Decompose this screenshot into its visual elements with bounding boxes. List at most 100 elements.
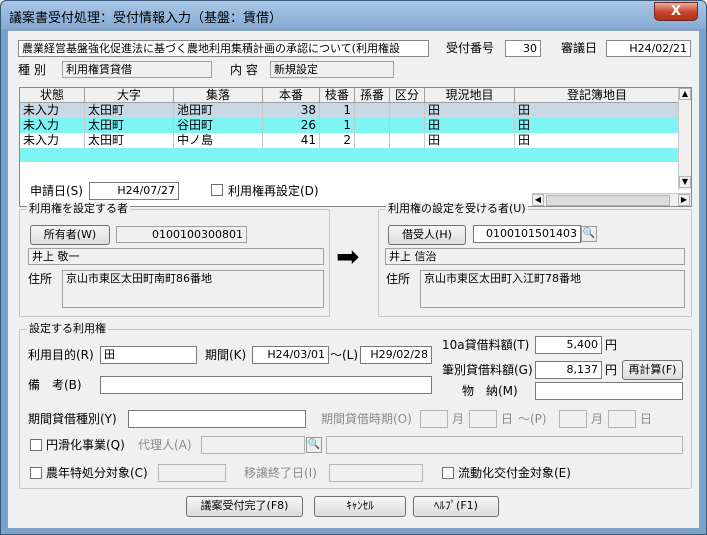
cell-oaza: 太田町: [85, 118, 174, 133]
cell-kubun: [390, 118, 425, 133]
day-label-from: 日: [501, 412, 514, 426]
transfer-end-input: [329, 464, 423, 482]
table-row[interactable]: 未入力 太田町 池田町 38 1 田 田: [20, 103, 680, 118]
reset-checkbox[interactable]: [211, 184, 223, 196]
close-button[interactable]: X: [654, 2, 698, 21]
lessee-name-field: 井上 信治: [385, 248, 685, 265]
col-header-kubun[interactable]: 区分: [390, 88, 425, 103]
application-date-input[interactable]: H24/07/27: [89, 182, 179, 200]
cell-magoban: [355, 133, 390, 148]
col-header-oaza[interactable]: 大字: [85, 88, 174, 103]
scroll-right-icon[interactable]: ▶: [678, 194, 690, 206]
cell-toki: 田: [515, 133, 680, 148]
rent-10a-label: 10a貸借料額(T): [442, 338, 530, 352]
owner-address-label: 住所: [28, 272, 53, 286]
cell-honban: 38: [263, 103, 320, 118]
complete-button[interactable]: 議案受付完了(F8): [186, 496, 303, 517]
cell-edaban: 2: [320, 133, 355, 148]
col-header-status[interactable]: 状態: [20, 88, 85, 103]
period-rent-month-from: [420, 410, 448, 428]
annual-label: 農年特処分対象(C): [46, 466, 148, 480]
lessee-address-label: 住所: [386, 272, 411, 286]
window: 議案書受付処理：受付情報入力（基盤：賃借） X 農業経営基盤強化促進法に基づく農…: [0, 0, 707, 535]
transfer-end-label: 移譲終了日(I): [244, 466, 317, 480]
scroll-thumb[interactable]: [546, 195, 670, 206]
owner-address-field: 京山市東区太田町南町86番地: [62, 270, 324, 308]
cell-toki: 田: [515, 103, 680, 118]
horizontal-scrollbar[interactable]: ◀ ▶: [532, 193, 691, 206]
cell-honban: 41: [263, 133, 320, 148]
vertical-scrollbar[interactable]: ▲ ▼: [678, 88, 691, 190]
lessee-address-field: 京山市東区太田町入江町78番地: [420, 270, 685, 308]
cell-edaban: 1: [320, 103, 355, 118]
rent-10a-unit: 円: [605, 338, 618, 352]
cell-genkyo: 田: [425, 118, 515, 133]
period-rent-time-label: 期間貸借時期(O): [321, 412, 412, 426]
grantor-group-title: 利用権を設定する者: [27, 202, 130, 216]
reset-label: 利用権再設定(D): [228, 184, 319, 198]
content-label: 内 容: [230, 63, 258, 77]
owner-code-field: 0100100300801: [116, 226, 247, 243]
lessee-code-input[interactable]: 0100101501403: [473, 225, 581, 243]
period-from-input[interactable]: H24/03/01: [252, 346, 329, 364]
note-input[interactable]: [100, 376, 432, 394]
cancel-button[interactable]: ｷｬﾝｾﾙ: [314, 496, 406, 517]
application-date-label: 申請日(S): [30, 184, 83, 198]
period-rent-type-label: 期間貸借種別(Y): [28, 412, 117, 426]
agenda-title: 農業経営基盤強化促進法に基づく農地利用集積計画の承認について(利用権設: [18, 40, 429, 57]
grid-header: 状態 大字 集落 本番 枝番 孫番 区分 現況地目 登記簿地目: [20, 88, 680, 103]
window-title: 議案書受付処理：受付情報入力（基盤：賃借）: [9, 11, 283, 26]
smooth-label: 円滑化事業(Q): [46, 438, 125, 452]
purpose-label: 利用目的(R): [28, 348, 94, 362]
cell-shuraku: 池田町: [174, 103, 263, 118]
period-tilde-label: 〜(L): [330, 348, 359, 362]
scroll-up-icon[interactable]: ▲: [679, 88, 691, 100]
goods-label: 物 納(M): [462, 384, 518, 398]
rent-each-label: 筆別貸借料額(G): [442, 363, 533, 377]
cell-honban: 26: [263, 118, 320, 133]
cell-status: 未入力: [20, 118, 85, 133]
scroll-left-icon[interactable]: ◀: [532, 194, 544, 206]
rent-each-input[interactable]: 8,137: [535, 361, 602, 379]
rent-10a-input[interactable]: 5,400: [535, 336, 602, 354]
period-rent-day-to: [608, 410, 636, 428]
rent-each-unit: 円: [605, 363, 618, 377]
cell-oaza: 太田町: [85, 103, 174, 118]
col-header-shuraku[interactable]: 集落: [174, 88, 263, 103]
fluid-checkbox[interactable]: [442, 467, 454, 479]
purpose-input[interactable]: 田: [100, 346, 197, 364]
col-header-genkyo[interactable]: 現況地目: [425, 88, 515, 103]
cell-shuraku: 谷田町: [174, 118, 263, 133]
col-header-toki[interactable]: 登記簿地目: [515, 88, 680, 103]
period-rent-type-input[interactable]: [128, 410, 306, 428]
col-header-honban[interactable]: 本番: [263, 88, 320, 103]
col-header-edaban[interactable]: 枝番: [320, 88, 355, 103]
cell-oaza: 太田町: [85, 133, 174, 148]
table-row[interactable]: 未入力 太田町 中ノ島 41 2 田 田: [20, 133, 680, 148]
agent-name-field: [326, 436, 683, 454]
search-icon[interactable]: 🔍: [581, 226, 597, 242]
grantee-group-title: 利用権の設定を受ける者(U): [386, 202, 528, 216]
goods-input[interactable]: [535, 382, 683, 400]
receipt-no-label: 受付番号: [446, 41, 495, 55]
scroll-down-icon[interactable]: ▼: [679, 176, 691, 188]
agent-search-icon[interactable]: 🔍: [306, 437, 322, 453]
smooth-checkbox[interactable]: [30, 439, 42, 451]
owner-button[interactable]: 所有者(W): [30, 225, 110, 245]
col-header-magoban[interactable]: 孫番: [355, 88, 390, 103]
period-label: 期間(K): [205, 348, 247, 362]
day-label-to: 日: [640, 412, 653, 426]
period-rent-day-from: [469, 410, 497, 428]
period-to-input[interactable]: H29/02/28: [360, 346, 432, 364]
receipt-no-field: 30: [505, 40, 541, 57]
type-label: 種 別: [18, 63, 46, 77]
cell-kubun: [390, 103, 425, 118]
help-button[interactable]: ﾍﾙﾌﾟ(F1): [413, 496, 499, 517]
recalc-button[interactable]: 再計算(F): [622, 360, 683, 380]
table-row[interactable]: 未入力 太田町 谷田町 26 1 田 田: [20, 118, 680, 133]
cell-magoban: [355, 103, 390, 118]
annual-input: [158, 464, 226, 482]
note-label: 備 考(B): [28, 378, 82, 392]
annual-checkbox[interactable]: [30, 467, 42, 479]
lessee-button[interactable]: 借受人(H): [388, 225, 466, 245]
